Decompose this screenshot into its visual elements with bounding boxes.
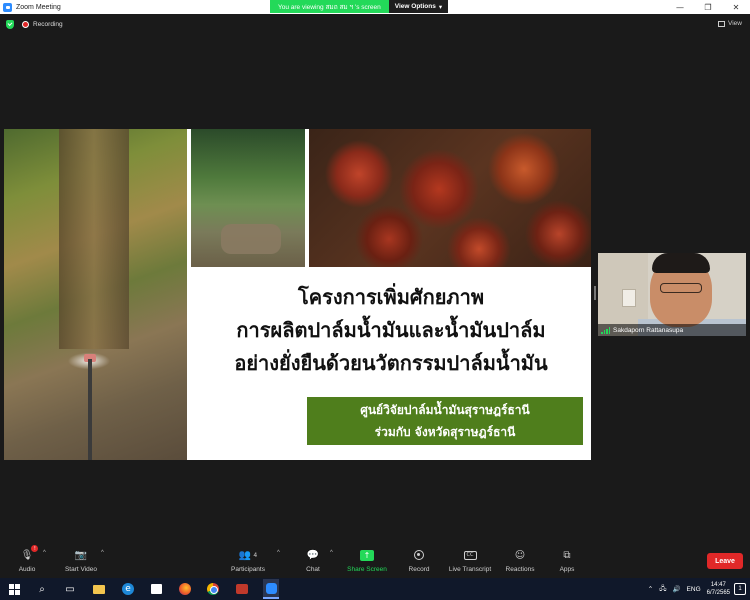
meeting-toolbar: 🎙! Audio ^ 📷 Start Video ^ 👥 4 Participan… <box>0 544 750 578</box>
panel-splitter-handle[interactable] <box>594 286 596 300</box>
chrome-icon[interactable] <box>205 581 221 597</box>
participant-name: Sakdaporn Rattanasupa <box>613 326 684 334</box>
video-options-caret[interactable]: ^ <box>101 550 104 556</box>
record-label: Record <box>408 566 430 573</box>
shield-icon[interactable] <box>6 20 14 29</box>
signal-strength-icon <box>601 326 610 334</box>
app-icon[interactable] <box>234 581 250 597</box>
restore-button[interactable]: ❐ <box>694 0 722 14</box>
network-icon[interactable]: 🖧 <box>659 584 666 595</box>
view-label: View <box>728 20 742 27</box>
slide-title-line-3: อย่างยั่งยืนด้วยนวัตกรรมปาล์มน้ำมัน <box>234 351 548 375</box>
organization-line-1: ศูนย์วิจัยปาล์มน้ำมันสุราษฎร์ธานี <box>360 402 530 417</box>
slide-title-line-2: การผลิตปาล์มน้ำมันและน้ำมันปาล์ม <box>236 318 546 342</box>
firefox-icon[interactable] <box>177 581 193 597</box>
reactions-label: Reactions <box>505 566 535 573</box>
microsoft-store-icon[interactable] <box>148 581 164 597</box>
meeting-area: Recording View โครงการเพิ่มศักยภาพ การผล… <box>0 14 750 544</box>
grid-view-icon <box>718 20 726 27</box>
apps-button[interactable]: ⧉ Apps <box>537 548 597 574</box>
view-options-label: View Options <box>394 3 436 10</box>
clock-date: 6/7/2565 <box>706 590 730 596</box>
participants-icon: 👥 4 <box>238 549 258 561</box>
notification-center-icon[interactable]: 1 <box>734 583 746 595</box>
system-clock[interactable]: 14:47 6/7/2565 <box>707 581 730 597</box>
view-button[interactable]: View <box>718 20 742 27</box>
recording-label: Recording <box>33 21 63 28</box>
slide-text-area: โครงการเพิ่มศักยภาพ การผลิตปาล์มน้ำมันแล… <box>191 267 591 460</box>
microphone-icon: 🎙! <box>21 545 39 562</box>
chat-options-caret[interactable]: ^ <box>330 550 333 556</box>
system-tray: ⌃ 🖧 🔊 ENG 14:47 6/7/2565 <box>648 578 730 600</box>
audio-options-caret[interactable]: ^ <box>43 550 46 556</box>
plantation-photo <box>191 129 305 267</box>
participant-glasses <box>660 283 702 293</box>
audio-warning-badge: ! <box>31 545 39 552</box>
video-off-icon: 📷 <box>74 549 88 561</box>
light-switch <box>622 289 636 307</box>
start-video-label: Start Video <box>64 566 98 573</box>
view-options-button[interactable]: View Options ▾ <box>388 0 449 13</box>
record-icon <box>414 548 424 562</box>
viewing-screen-label: You are viewing สมถ สม ฯ 's screen <box>270 0 389 13</box>
speaker-icon[interactable]: 🔊 <box>672 585 680 593</box>
audio-button[interactable]: 🎙! Audio <box>0 545 57 573</box>
windows-taskbar: ⌕ ▭ e ⌃ 🖧 🔊 ENG 14:47 6/7/2565 1 <box>0 578 750 600</box>
input-language[interactable]: ENG <box>687 586 701 593</box>
sprinkler-pipe <box>88 359 92 460</box>
closed-caption-icon: CC <box>463 548 477 562</box>
participants-options-caret[interactable]: ^ <box>277 550 280 556</box>
screen-share-banner: You are viewing สมถ สม ฯ 's screen View … <box>270 0 449 13</box>
sprinkler-photo <box>4 129 187 460</box>
meeting-status-row: Recording <box>6 20 63 29</box>
share-screen-label: Share Screen <box>347 566 387 573</box>
shared-screen-slide: โครงการเพิ่มศักยภาพ การผลิตปาล์มน้ำมันแล… <box>4 129 591 460</box>
slide-title-line-1: โครงการเพิ่มศักยภาพ <box>297 285 485 309</box>
palm-debris <box>221 224 281 254</box>
file-explorer-icon[interactable] <box>91 581 107 597</box>
window-controls: — ❐ ✕ <box>666 0 750 14</box>
chevron-down-icon: ▾ <box>438 3 443 11</box>
task-view-icon[interactable]: ▭ <box>62 581 78 597</box>
participant-name-bar: Sakdaporn Rattanasupa <box>598 324 746 336</box>
palm-fruit-photo <box>309 129 591 267</box>
recording-dot-icon <box>22 21 29 28</box>
palm-trunk <box>59 129 129 349</box>
participants-button[interactable]: 👥 4 Participants <box>218 548 278 574</box>
chat-button[interactable]: 💬 Chat <box>283 548 343 574</box>
chat-label: Chat <box>306 566 320 573</box>
zoom-app-icon <box>3 2 12 12</box>
participant-video-tile[interactable]: Sakdaporn Rattanasupa <box>598 253 746 336</box>
apps-label: Apps <box>559 566 575 573</box>
window-title: Zoom Meeting <box>16 3 61 11</box>
close-button[interactable]: ✕ <box>722 0 750 14</box>
search-icon[interactable]: ⌕ <box>34 581 50 597</box>
audio-label: Audio <box>18 566 36 573</box>
edge-browser-icon[interactable]: e <box>120 581 136 597</box>
zoom-taskbar-icon[interactable] <box>263 579 279 599</box>
windows-start-icon[interactable] <box>6 581 22 597</box>
minimize-button[interactable]: — <box>666 0 694 14</box>
share-screen-icon: ↑ <box>360 548 374 562</box>
organization-line-2: ร่วมกับ จังหวัดสุราษฎร์ธานี <box>374 424 516 439</box>
participants-label: Participants <box>231 566 265 573</box>
leave-button[interactable]: Leave <box>707 553 743 569</box>
live-transcript-label: Live Transcript <box>448 566 492 573</box>
tray-overflow-icon[interactable]: ⌃ <box>648 585 653 593</box>
participant-hair <box>652 253 710 273</box>
chat-icon: 💬 <box>306 549 320 561</box>
reactions-icon: ☺ <box>514 549 526 561</box>
apps-icon: ⧉ <box>563 549 571 561</box>
participants-count: 4 <box>253 551 258 559</box>
share-screen-button[interactable]: ↑ Share Screen <box>337 548 397 573</box>
organization-box: ศูนย์วิจัยปาล์มน้ำมันสุราษฎร์ธานี ร่วมกั… <box>307 397 583 445</box>
clock-time: 14:47 <box>710 582 726 588</box>
recording-indicator[interactable]: Recording <box>22 21 63 28</box>
